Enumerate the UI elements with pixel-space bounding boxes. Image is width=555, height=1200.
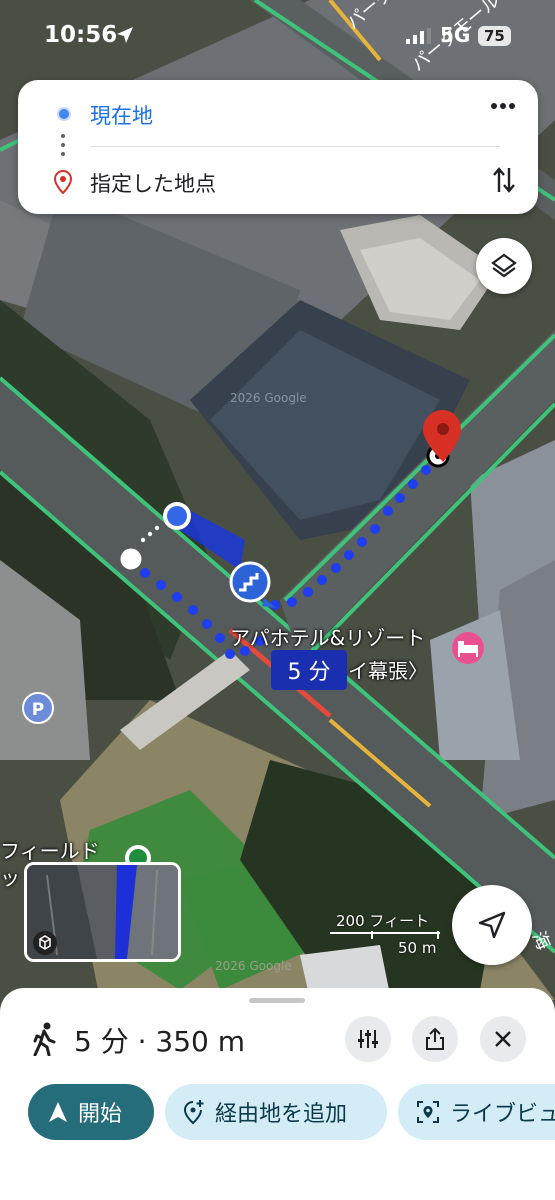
layers-button[interactable] — [476, 238, 532, 294]
route-options-button[interactable] — [345, 1016, 391, 1062]
start-button[interactable]: 開始 — [28, 1084, 154, 1140]
scale-meters: 50 m — [398, 939, 437, 957]
battery-level: 75 — [478, 26, 511, 46]
share-icon — [426, 1027, 444, 1050]
route-start-marker — [119, 547, 143, 571]
signal-icon — [406, 28, 431, 44]
parking-icon[interactable]: P — [22, 692, 54, 724]
live-view-label: ライブビュ — [450, 1102, 555, 1127]
poi-hotel-label-line2[interactable]: イ幕張〉 — [348, 655, 428, 684]
add-location-icon — [183, 1100, 204, 1125]
map-watermark: 2026 Google — [215, 959, 292, 973]
live-view-button[interactable]: ライブビュ — [398, 1084, 555, 1140]
live-view-icon — [417, 1101, 439, 1123]
pin-icon — [54, 170, 72, 194]
layers-icon — [491, 253, 517, 278]
directions-card: 現在地 指定した地点 — [18, 80, 538, 214]
start-label: 開始 — [78, 1102, 123, 1127]
map-scale: 200 フィート 50 m — [330, 910, 440, 957]
location-arrow-icon — [117, 27, 133, 43]
map-watermark: 2026 Google — [230, 391, 307, 405]
route-summary: 5 分 · 350 m — [74, 1025, 246, 1058]
street-view-thumbnail[interactable] — [24, 862, 181, 962]
network-type: 5G — [440, 23, 471, 47]
scale-feet: 200 フィート — [336, 912, 430, 930]
sheet-drag-handle[interactable] — [249, 998, 305, 1003]
svg-text:P: P — [32, 700, 44, 720]
close-icon — [495, 1031, 511, 1047]
navigate-icon — [478, 911, 506, 939]
status-bar: 10:56 5G 75 — [0, 0, 555, 70]
recenter-button[interactable] — [452, 885, 532, 965]
tune-icon — [358, 1030, 378, 1048]
add-stop-label: 経由地を追加 — [215, 1102, 348, 1127]
destination-field[interactable]: 指定した地点 — [90, 168, 216, 198]
connector-dots — [61, 134, 65, 161]
swap-icon[interactable] — [492, 166, 516, 194]
close-button[interactable] — [480, 1016, 526, 1062]
navigation-arrow-icon — [49, 1102, 67, 1122]
route-duration-chip: 5 分 — [271, 650, 347, 690]
route-bottom-sheet: 5 分 · 350 m 開始 経由地を追加 ライブビュ — [0, 988, 555, 1200]
add-stop-button[interactable]: 経由地を追加 — [165, 1084, 387, 1140]
divider — [90, 146, 500, 147]
action-chips: 開始 経由地を追加 ライブビュ — [0, 1084, 555, 1144]
hotel-icon[interactable] — [452, 632, 484, 664]
walk-icon — [33, 1022, 56, 1056]
share-button[interactable] — [412, 1016, 458, 1062]
more-icon[interactable] — [490, 102, 516, 110]
poi-field-label[interactable]: フィールド — [0, 835, 100, 864]
origin-dot-icon — [57, 107, 71, 121]
poi-hotel-label[interactable]: アパホテル&リゾート — [230, 622, 425, 651]
origin-field[interactable]: 現在地 — [90, 100, 153, 130]
status-time: 10:56 — [44, 22, 118, 48]
